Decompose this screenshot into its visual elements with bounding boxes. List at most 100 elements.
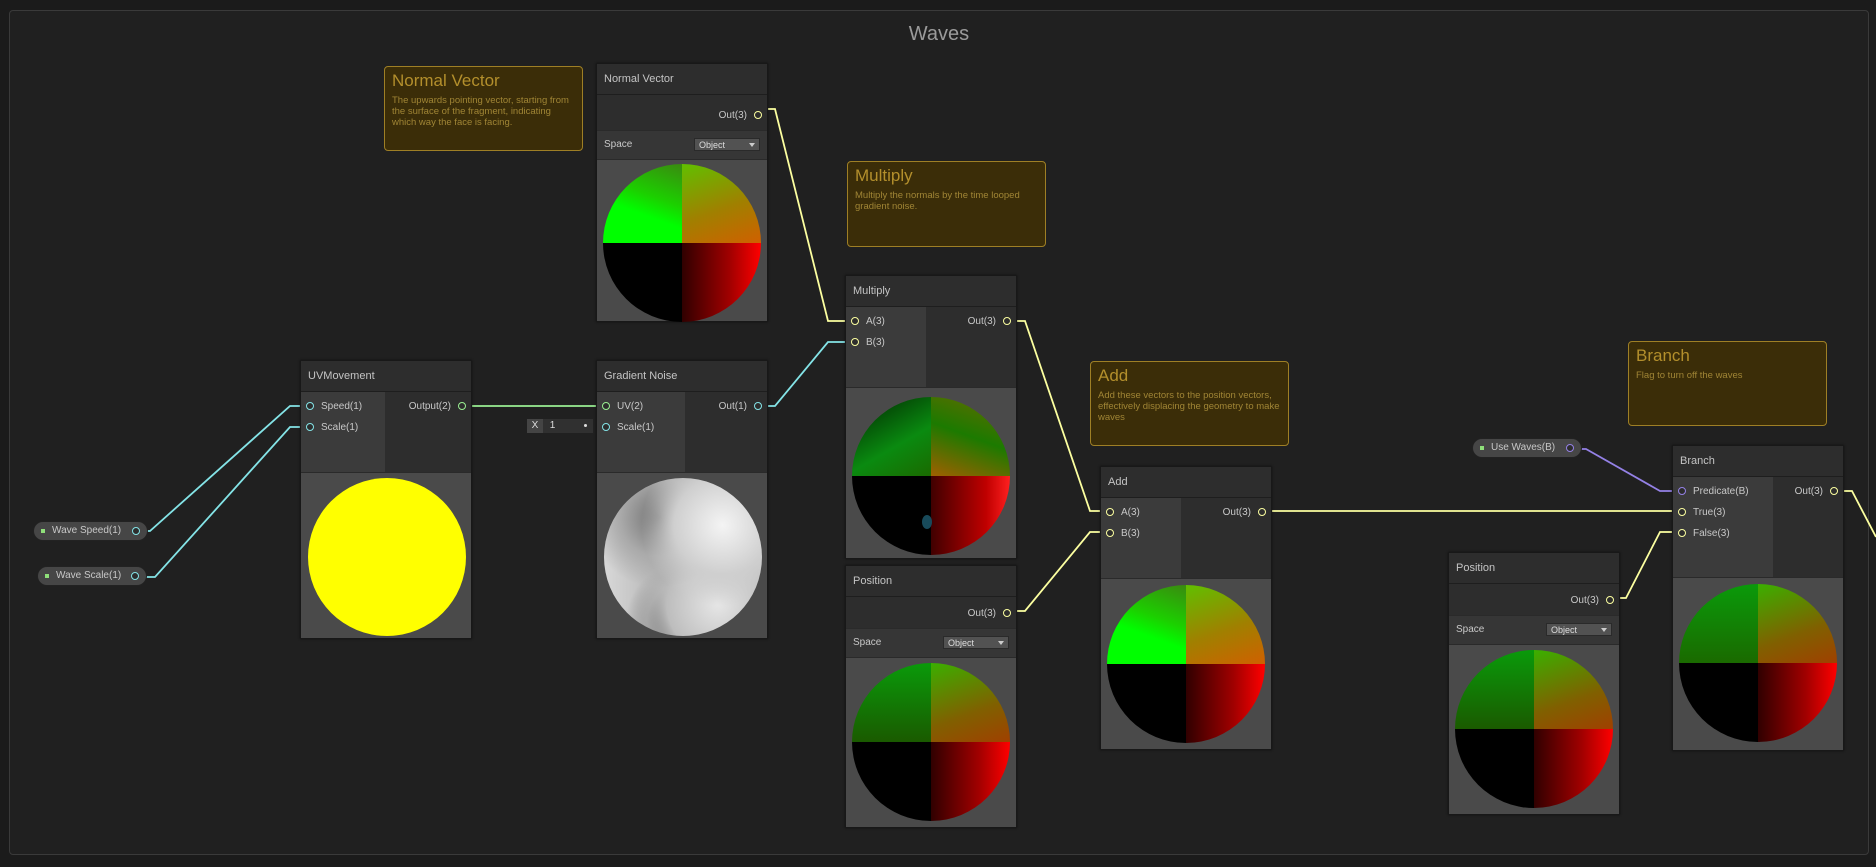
port-dot-icon[interactable] [1003,609,1011,617]
port-dot-icon[interactable] [131,572,139,580]
port-dot-icon[interactable] [1003,317,1011,325]
port-label: A(3) [866,316,885,327]
dropdown-value: Object [699,140,726,150]
port-label: Out(3) [718,110,747,121]
port-dot-icon[interactable] [306,402,314,410]
port-in-predicate[interactable]: Predicate(B) [1673,481,1773,502]
port-dot-icon[interactable] [602,402,610,410]
port-dot-icon[interactable] [1106,529,1114,537]
space-dropdown[interactable]: Object [943,636,1009,649]
chevron-down-icon [1601,628,1607,632]
port-out[interactable]: Out(3) [1773,481,1843,502]
property-wave-speed[interactable]: Wave Speed(1) [33,521,148,541]
scale-input-field[interactable]: X 1 [526,418,594,434]
sticky-note-branch[interactable]: Branch Flag to turn off the waves [1628,341,1827,426]
space-row: Space Object [1449,615,1619,644]
property-use-waves[interactable]: Use Waves(B) [1472,438,1582,458]
node-title[interactable]: Multiply [846,276,1016,307]
wire-position2-to-branch[interactable] [1610,531,1678,599]
node-outputs: Out(3) [597,95,767,130]
port-dot-icon[interactable] [1678,487,1686,495]
port-dot-icon [584,424,587,427]
space-row: Space Object [597,130,767,159]
node-gradient-noise[interactable]: Gradient Noise UV(2) Scale(1) Out(1) [596,360,768,639]
port-dot-icon[interactable] [1106,508,1114,516]
space-dropdown[interactable]: Object [1546,623,1612,636]
port-dot-icon[interactable] [1566,444,1574,452]
node-add[interactable]: Add A(3) B(3) Out(3) [1100,466,1272,750]
wire-noise-to-multiply[interactable] [757,341,846,407]
node-branch[interactable]: Branch Predicate(B) True(3) False(3) Out… [1672,445,1844,751]
field-value[interactable]: 1 [546,420,556,431]
property-label: Use Waves(B) [1491,442,1556,453]
node-title[interactable]: Branch [1673,446,1843,477]
node-inputs: A(3) B(3) [1101,498,1181,578]
property-wave-scale[interactable]: Wave Scale(1) [37,566,147,586]
port-dot-icon[interactable] [754,111,762,119]
port-in-a[interactable]: A(3) [846,311,926,332]
port-dot-icon[interactable] [1258,508,1266,516]
space-dropdown[interactable]: Object [694,138,760,151]
sticky-note-multiply[interactable]: Multiply Multiply the normals by the tim… [847,161,1046,247]
sticky-note-add[interactable]: Add Add these vectors to the position ve… [1090,361,1289,446]
wire-usewaves-to-branch[interactable] [1570,448,1678,492]
port-out[interactable]: Out(3) [1181,502,1271,523]
node-outputs: Out(3) [1773,477,1843,577]
sticky-note-title: Multiply [855,166,913,185]
chevron-down-icon [998,641,1004,645]
sticky-note-body: Add these vectors to the position vector… [1098,390,1280,423]
node-outputs: Out(1) [685,392,767,472]
port-in-scale[interactable]: Scale(1) [597,417,685,438]
port-dot-icon[interactable] [1830,487,1838,495]
node-multiply[interactable]: Multiply A(3) B(3) Out(3) [845,275,1017,559]
port-label: False(3) [1693,528,1730,539]
port-in-scale[interactable]: Scale(1) [301,417,385,438]
node-uvmovement[interactable]: UVMovement Speed(1) Scale(1) Output(2) [300,360,472,639]
port-label: Out(3) [1570,595,1599,606]
node-title[interactable]: Add [1101,467,1271,498]
port-dot-icon[interactable] [306,423,314,431]
port-dot-icon[interactable] [602,423,610,431]
port-out[interactable]: Out(1) [685,396,767,417]
node-normal-vector[interactable]: Normal Vector Out(3) Space Object [596,63,768,322]
wire-wavespeed-to-uvmovement[interactable] [137,405,304,532]
port-out[interactable]: Out(3) [1449,590,1619,611]
port-out[interactable]: Output(2) [385,396,471,417]
node-title[interactable]: Position [1449,553,1619,584]
port-dot-icon[interactable] [458,402,466,410]
port-in-true[interactable]: True(3) [1673,502,1773,523]
node-title[interactable]: UVMovement [301,361,471,392]
wire-position-to-add[interactable] [1007,531,1106,612]
node-title[interactable]: Position [846,566,1016,597]
port-in-speed[interactable]: Speed(1) [301,396,385,417]
sticky-note-title: Branch [1636,346,1690,365]
port-out[interactable]: Out(3) [926,311,1016,332]
preview-sphere [604,478,762,636]
port-in-uv[interactable]: UV(2) [597,396,685,417]
node-title[interactable]: Gradient Noise [597,361,767,392]
wire-wavescale-to-uvmovement[interactable] [142,426,304,578]
port-label: Scale(1) [617,422,655,433]
port-in-b[interactable]: B(3) [1101,523,1181,544]
port-in-a[interactable]: A(3) [1101,502,1181,523]
port-dot-icon[interactable] [851,317,859,325]
node-position-2[interactable]: Position Out(3) Space Object [1448,552,1620,815]
port-label: Out(3) [1222,507,1251,518]
port-dot-icon[interactable] [1678,529,1686,537]
port-dot-icon[interactable] [1678,508,1686,516]
port-in-b[interactable]: B(3) [846,332,926,353]
port-dot-icon[interactable] [132,527,140,535]
wire-normal-to-multiply[interactable] [757,108,846,322]
node-title[interactable]: Normal Vector [597,64,767,95]
node-ports: A(3) B(3) Out(3) [846,307,1016,387]
port-dot-icon[interactable] [754,402,762,410]
port-out[interactable]: Out(3) [597,105,767,126]
port-dot-icon[interactable] [1606,596,1614,604]
node-preview [1673,577,1843,750]
port-dot-icon[interactable] [851,338,859,346]
node-position[interactable]: Position Out(3) Space Object [845,565,1017,828]
port-out[interactable]: Out(3) [846,603,1016,624]
sticky-note-normal-vector[interactable]: Normal Vector The upwards pointing vecto… [384,66,583,151]
sticky-note-body: The upwards pointing vector, starting fr… [392,95,569,128]
port-in-false[interactable]: False(3) [1673,523,1773,544]
